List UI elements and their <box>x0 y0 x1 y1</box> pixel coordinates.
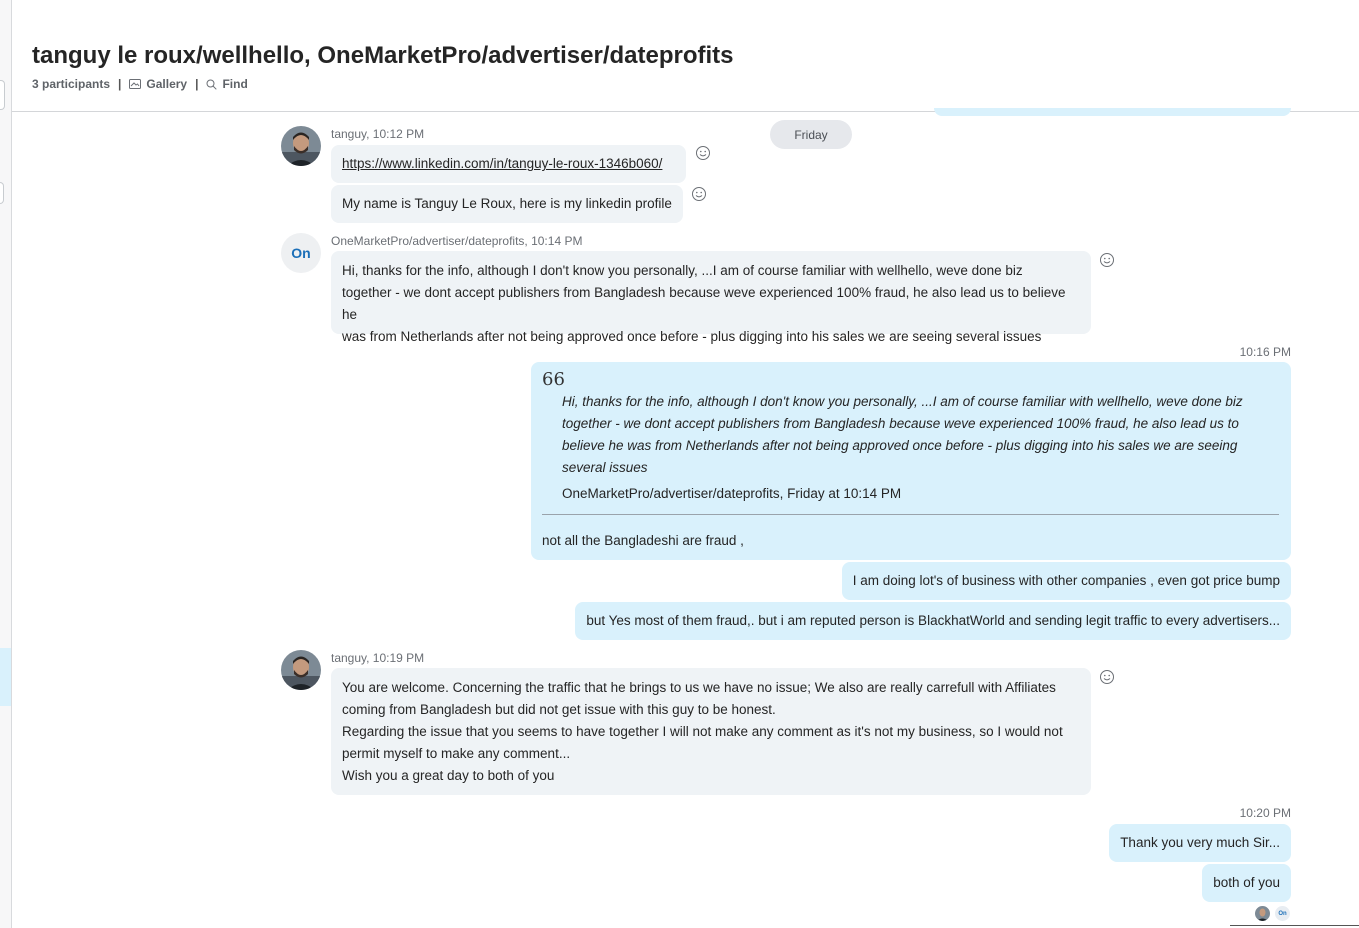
gallery-button[interactable]: Gallery <box>129 77 187 91</box>
message-line: was from Netherlands after not being app… <box>342 329 1042 344</box>
quote-source[interactable]: OneMarketPro/advertiser/dateprofits, Fri… <box>562 483 901 505</box>
message-bubble[interactable]: Hi, thanks for the info, although I don'… <box>331 251 1091 344</box>
message-bubble[interactable]: both of you <box>1202 864 1291 902</box>
message-sender: tanguy, 10:12 PM <box>331 127 425 141</box>
avatar-tanguy[interactable] <box>281 650 321 690</box>
smiley-react-icon[interactable] <box>691 186 707 202</box>
quoted-line: together - we dont accept publishers fro… <box>562 416 1239 431</box>
message-text: not all the Bangladeshi are fraud , <box>542 533 744 548</box>
day-divider: Friday <box>770 120 852 149</box>
participants-link[interactable]: 3 participants <box>32 77 110 91</box>
quoted-line: believe he was from Netherlands after no… <box>562 438 1238 453</box>
quoted-text: Hi, thanks for the info, although I don'… <box>562 391 1282 479</box>
find-button[interactable]: Find <box>206 77 248 91</box>
read-receipt-avatar <box>1255 906 1270 921</box>
message-line: You are welcome. Concerning the traffic … <box>342 680 1056 695</box>
avatar-photo <box>281 126 321 166</box>
selected-conversation-indicator[interactable] <box>0 648 11 706</box>
message-line: together - we dont accept publishers fro… <box>342 285 1066 322</box>
message-text: both of you <box>1213 875 1280 890</box>
message-text: My name is Tanguy Le Roux, here is my li… <box>342 196 672 211</box>
quoted-line: several issues <box>562 460 648 475</box>
gallery-icon <box>129 79 142 89</box>
message-bubble[interactable]: Thank you very much Sir... <box>1109 824 1291 862</box>
smiley-react-icon[interactable] <box>1099 252 1115 268</box>
message-sender: tanguy, 10:19 PM <box>331 651 425 665</box>
message-bubble[interactable]: I am doing lot's of business with other … <box>841 562 1291 600</box>
read-receipt-avatar: On <box>1275 906 1290 921</box>
gallery-label: Gallery <box>146 77 188 91</box>
smiley-react-icon[interactable] <box>695 145 711 161</box>
conversation-meta: 3 participants | Gallery | Find <box>32 77 248 91</box>
previous-message-bubble <box>934 108 1291 116</box>
message-bubble[interactable]: but Yes most of them fraud,. but i am re… <box>575 602 1291 640</box>
message-text: but Yes most of them fraud,. but i am re… <box>586 613 1280 628</box>
message-bubble[interactable]: https://www.linkedin.com/in/tanguy-le-ro… <box>331 145 686 183</box>
message-text: I am doing lot's of business with other … <box>852 573 1280 588</box>
search-icon <box>206 79 218 90</box>
message-sender: OneMarketPro/advertiser/dateprofits, 10:… <box>331 234 583 248</box>
conversation-title: tanguy le roux/wellhello, OneMarketPro/a… <box>32 42 734 69</box>
quoted-line: Hi, thanks for the info, although I don'… <box>562 394 1243 409</box>
message-line: Hi, thanks for the info, although I don'… <box>342 263 1023 278</box>
left-sidebar-edge <box>0 0 12 928</box>
message-time: 10:20 PM <box>1239 806 1291 820</box>
quoted-reply-bubble[interactable]: 66 Hi, thanks for the info, although I d… <box>531 362 1291 560</box>
message-line: Wish you a great day to both of you <box>342 768 555 783</box>
message-line: coming from Bangladesh but did not get i… <box>342 702 776 717</box>
avatar-onemarketpro[interactable]: On <box>281 233 321 273</box>
message-bubble[interactable]: My name is Tanguy Le Roux, here is my li… <box>331 185 683 223</box>
linkedin-link[interactable]: https://www.linkedin.com/in/tanguy-le-ro… <box>342 156 662 171</box>
message-text: Thank you very much Sir... <box>1120 835 1280 850</box>
separator: | <box>195 77 199 91</box>
conversation-header: tanguy le roux/wellhello, OneMarketPro/a… <box>12 0 1359 112</box>
find-label: Find <box>222 77 248 91</box>
composer-edge <box>1230 925 1359 926</box>
avatar-photo <box>281 650 321 690</box>
smiley-react-icon[interactable] <box>1099 669 1115 685</box>
message-bubble[interactable]: You are welcome. Concerning the traffic … <box>331 668 1091 795</box>
quote-icon: 66 <box>542 369 565 390</box>
message-line: permit myself to make any comment... <box>342 746 571 761</box>
quote-divider <box>542 514 1279 515</box>
sidebar-control[interactable] <box>0 182 4 204</box>
sidebar-control[interactable] <box>0 80 5 110</box>
avatar-tanguy[interactable] <box>281 126 321 166</box>
message-line: Regarding the issue that you seems to ha… <box>342 724 1063 739</box>
message-time: 10:16 PM <box>1239 345 1291 359</box>
separator: | <box>118 77 122 91</box>
